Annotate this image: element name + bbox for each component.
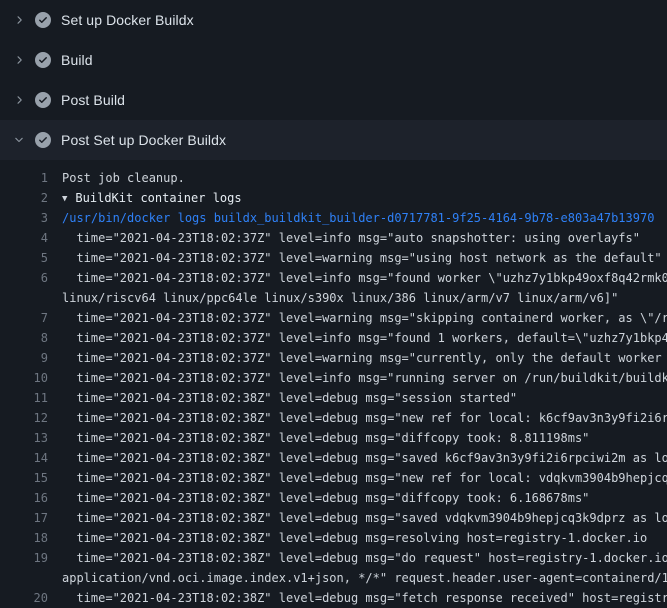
log-line-number: 10: [0, 368, 48, 388]
log-line: 17 time="2021-04-23T18:02:38Z" level=deb…: [0, 508, 667, 528]
log-line-text: time="2021-04-23T18:02:37Z" level=info m…: [62, 368, 667, 388]
log-line-number: 9: [0, 348, 48, 368]
chevron-down-icon: [12, 134, 26, 146]
log-line-number: 19: [0, 548, 48, 568]
log-command-text: /usr/bin/docker logs buildx_buildkit_bui…: [62, 208, 667, 228]
check-circle-icon: [35, 92, 51, 108]
log-line-number: 4: [0, 228, 48, 248]
log-line: 16 time="2021-04-23T18:02:38Z" level=deb…: [0, 488, 667, 508]
check-circle-icon: [35, 52, 51, 68]
check-circle-icon: [35, 132, 51, 148]
log-line-text: time="2021-04-23T18:02:38Z" level=debug …: [62, 428, 667, 448]
log-line: 20 time="2021-04-23T18:02:38Z" level=deb…: [0, 588, 667, 608]
log-line-text: linux/riscv64 linux/ppc64le linux/s390x …: [62, 288, 667, 308]
log-line-number: 3: [0, 208, 48, 228]
log-line-text[interactable]: ▼BuildKit container logs: [62, 188, 667, 208]
log-line: 12 time="2021-04-23T18:02:38Z" level=deb…: [0, 408, 667, 428]
log-line-text: Post job cleanup.: [62, 168, 667, 188]
log-line-number: 2: [0, 188, 48, 208]
step-header-post-set-up-docker-buildx[interactable]: Post Set up Docker Buildx: [0, 120, 667, 160]
log-line-text: time="2021-04-23T18:02:37Z" level=warnin…: [62, 308, 667, 328]
log-line-text: time="2021-04-23T18:02:37Z" level=info m…: [62, 228, 667, 248]
log-line: 15 time="2021-04-23T18:02:38Z" level=deb…: [0, 468, 667, 488]
step-header-set-up-docker-buildx[interactable]: Set up Docker Buildx: [0, 0, 667, 40]
log-line: linux/riscv64 linux/ppc64le linux/s390x …: [0, 288, 667, 308]
log-line-number: 12: [0, 408, 48, 428]
log-line-text: time="2021-04-23T18:02:38Z" level=debug …: [62, 408, 667, 428]
log-line: 13 time="2021-04-23T18:02:38Z" level=deb…: [0, 428, 667, 448]
log-line: 19 time="2021-04-23T18:02:38Z" level=deb…: [0, 548, 667, 568]
check-circle-icon: [35, 12, 51, 28]
chevron-right-icon: [12, 14, 26, 26]
log-lines: 1 Post job cleanup. 2 ▼BuildKit container l…: [0, 160, 667, 608]
log-line: 6 time="2021-04-23T18:02:37Z" level=info…: [0, 268, 667, 288]
log-line-number: [0, 288, 48, 308]
log-line-number: 8: [0, 328, 48, 348]
step-label: Set up Docker Buildx: [61, 12, 194, 28]
log-line: 3/usr/bin/docker logs buildx_buildkit_bu…: [0, 208, 667, 228]
log-line-text: time="2021-04-23T18:02:38Z" level=debug …: [62, 448, 667, 468]
log-line-number: 16: [0, 488, 48, 508]
log-line: 4 time="2021-04-23T18:02:37Z" level=info…: [0, 228, 667, 248]
step-label: Post Set up Docker Buildx: [61, 132, 226, 148]
log-line-text: application/vnd.oci.image.index.v1+json,…: [62, 568, 667, 588]
log-line-text: time="2021-04-23T18:02:38Z" level=debug …: [62, 588, 667, 608]
log-line: 9 time="2021-04-23T18:02:37Z" level=warn…: [0, 348, 667, 368]
log-line-text: time="2021-04-23T18:02:38Z" level=debug …: [62, 508, 667, 528]
log-line: 10 time="2021-04-23T18:02:37Z" level=inf…: [0, 368, 667, 388]
log-line-number: 13: [0, 428, 48, 448]
log-line-text: time="2021-04-23T18:02:38Z" level=debug …: [62, 388, 667, 408]
log-line-number: 7: [0, 308, 48, 328]
log-line-number: 14: [0, 448, 48, 468]
log-line-number: 18: [0, 528, 48, 548]
log-line-text: time="2021-04-23T18:02:37Z" level=info m…: [62, 328, 667, 348]
log-line-text: time="2021-04-23T18:02:38Z" level=debug …: [62, 488, 667, 508]
chevron-right-icon: [12, 54, 26, 66]
log-line-text: time="2021-04-23T18:02:38Z" level=debug …: [62, 528, 667, 548]
log-line: 1 Post job cleanup.: [0, 168, 667, 188]
log-line: 8 time="2021-04-23T18:02:37Z" level=info…: [0, 328, 667, 348]
actions-log-viewer: Set up Docker Buildx Build Post Build Po…: [0, 0, 667, 600]
log-line-number: 6: [0, 268, 48, 288]
log-line-number: 20: [0, 588, 48, 608]
log-line: 14 time="2021-04-23T18:02:38Z" level=deb…: [0, 448, 667, 468]
step-label: Post Build: [61, 92, 125, 108]
log-line-text: time="2021-04-23T18:02:37Z" level=warnin…: [62, 348, 667, 368]
log-line: 2 ▼BuildKit container logs: [0, 188, 667, 208]
log-line-text: time="2021-04-23T18:02:38Z" level=debug …: [62, 468, 667, 488]
log-line: 5 time="2021-04-23T18:02:37Z" level=warn…: [0, 248, 667, 268]
log-line: application/vnd.oci.image.index.v1+json,…: [0, 568, 667, 588]
chevron-right-icon: [12, 94, 26, 106]
log-line: 18 time="2021-04-23T18:02:38Z" level=deb…: [0, 528, 667, 548]
log-line-number: 11: [0, 388, 48, 408]
step-header-build[interactable]: Build: [0, 40, 667, 80]
log-line-number: 17: [0, 508, 48, 528]
log-line: 7 time="2021-04-23T18:02:37Z" level=warn…: [0, 308, 667, 328]
log-line-text: time="2021-04-23T18:02:37Z" level=info m…: [62, 268, 667, 288]
log-line-text: time="2021-04-23T18:02:37Z" level=warnin…: [62, 248, 667, 268]
log-line: 11 time="2021-04-23T18:02:38Z" level=deb…: [0, 388, 667, 408]
log-line-number: 1: [0, 168, 48, 188]
group-caret-icon[interactable]: ▼: [62, 189, 67, 208]
log-line-number: 5: [0, 248, 48, 268]
step-header-post-build[interactable]: Post Build: [0, 80, 667, 120]
log-line-text: time="2021-04-23T18:02:38Z" level=debug …: [62, 548, 667, 568]
log-line-number: [0, 568, 48, 588]
step-label: Build: [61, 52, 93, 68]
log-line-number: 15: [0, 468, 48, 488]
